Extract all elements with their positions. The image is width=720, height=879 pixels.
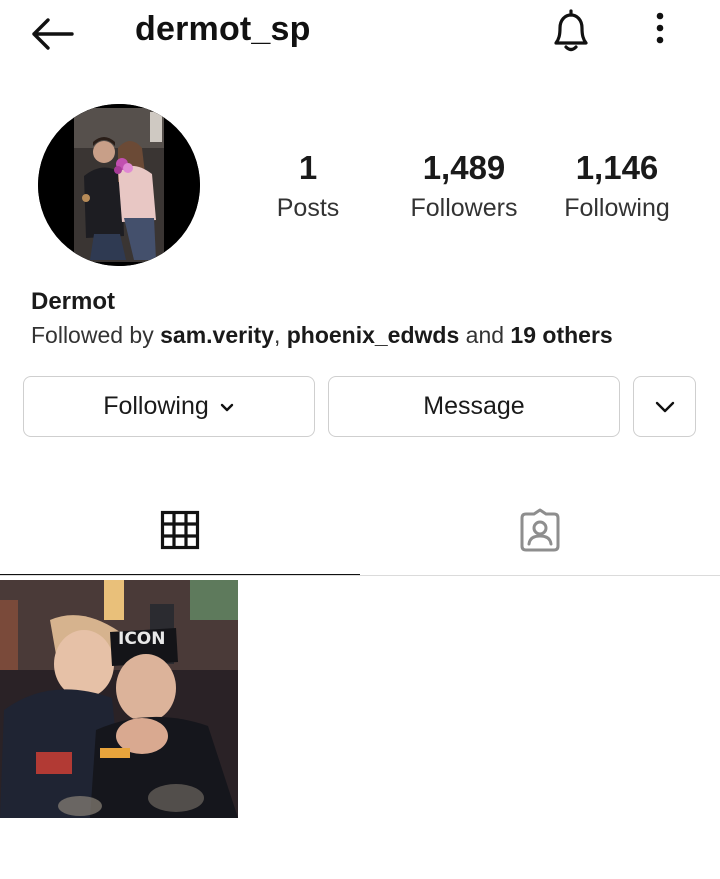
bell-icon[interactable] [548, 6, 594, 54]
followed-by-text[interactable]: Followed by sam.verity, phoenix_edwds an… [31, 322, 613, 349]
posts-label: Posts [276, 194, 340, 222]
followed-by-and: and [459, 322, 511, 348]
followed-by-separator: , [273, 322, 287, 348]
following-label: Following [564, 194, 670, 222]
message-button[interactable]: Message [328, 376, 620, 437]
top-bar: dermot_sp [0, 0, 720, 64]
mutual-user-1[interactable]: sam.verity [160, 322, 274, 348]
post-cap-text: ICON [118, 629, 165, 649]
suggested-accounts-button[interactable] [633, 376, 696, 437]
profile-username: dermot_sp [135, 10, 311, 48]
following-count: 1,146 [575, 149, 659, 186]
followers-label: Followers [410, 194, 518, 222]
following-stat[interactable]: 1,146 Following [537, 148, 697, 224]
vertical-dots-icon[interactable] [645, 10, 675, 50]
following-button-label: Following [103, 392, 209, 420]
followed-by-prefix: Followed by [31, 322, 161, 348]
tab-tagged[interactable] [360, 490, 720, 574]
profile-avatar[interactable] [38, 104, 200, 266]
tab-divider [0, 575, 720, 576]
message-button-label: Message [423, 392, 525, 420]
mutual-user-2[interactable]: phoenix_edwds [287, 322, 460, 348]
chevron-down-icon [219, 392, 235, 421]
followers-stat[interactable]: 1,489 Followers [384, 148, 544, 224]
back-arrow-icon[interactable] [28, 14, 78, 54]
grid-icon [160, 510, 200, 555]
followers-count: 1,489 [422, 149, 506, 186]
chevron-down-icon [654, 392, 676, 421]
display-name: Dermot [31, 288, 116, 315]
mutual-others[interactable]: 19 others [510, 322, 612, 348]
posts-stat[interactable]: 1 Posts [228, 148, 388, 224]
following-button[interactable]: Following [23, 376, 315, 437]
tab-posts-grid[interactable] [0, 490, 360, 574]
posts-count: 1 [298, 149, 318, 186]
tagged-person-icon [518, 508, 562, 557]
post-thumbnail[interactable]: ICON [0, 580, 238, 818]
profile-tabs [0, 490, 720, 576]
